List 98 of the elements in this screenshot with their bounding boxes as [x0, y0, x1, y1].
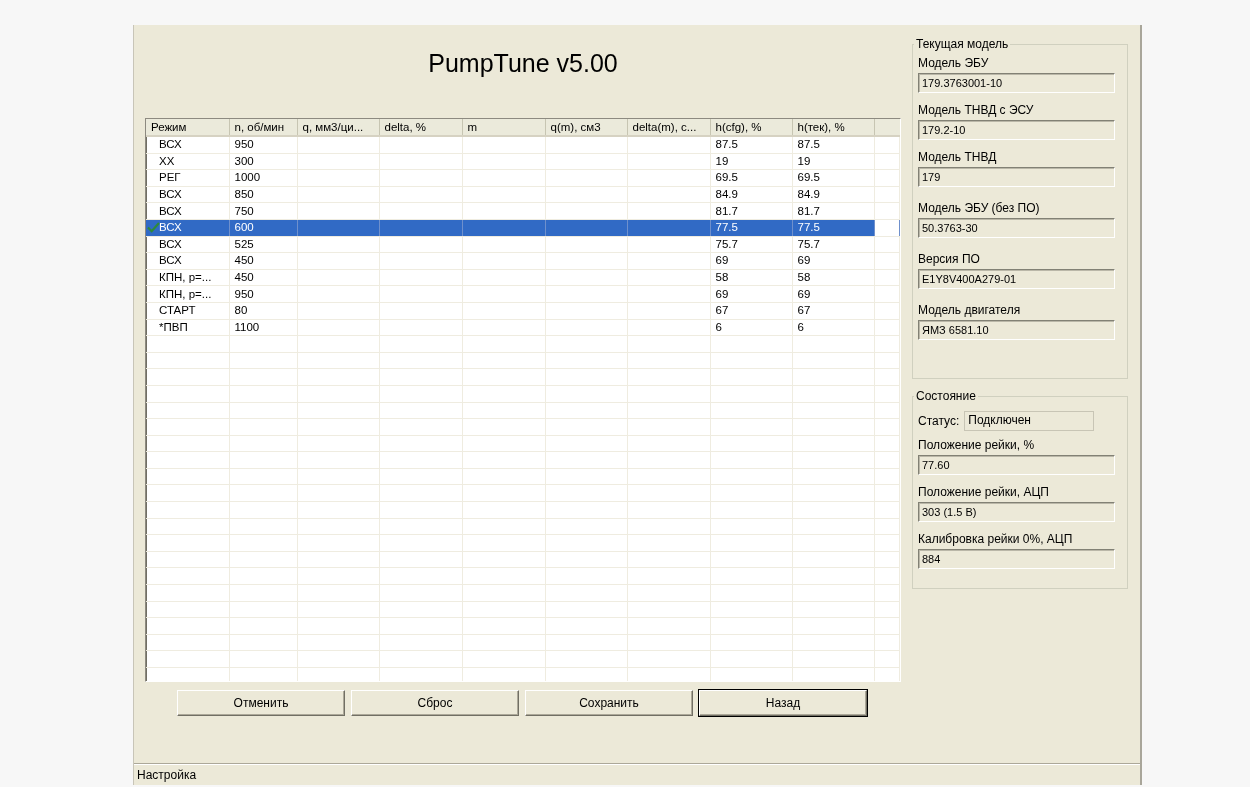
table-cell: 84.9: [797, 188, 820, 201]
field-label: Версия ПО: [918, 251, 981, 268]
table-cell: 67: [797, 304, 811, 317]
check-icon: [147, 221, 160, 233]
field-label: Положение рейки, АЦП: [918, 484, 1050, 501]
table-row[interactable]: *ПВП 1100 6 6: [146, 319, 900, 336]
text-field[interactable]: 303 (1.5 В): [918, 502, 1115, 522]
column-header[interactable]: m: [462, 119, 545, 136]
table-cell: 6: [797, 320, 804, 333]
table-row[interactable]: ВСХ 850 84.9 84.9: [146, 186, 900, 203]
table-cell: 300: [234, 154, 254, 167]
table-cell: 80: [234, 304, 248, 317]
column-header[interactable]: h(тек), %: [792, 119, 874, 136]
table-cell: 1100: [234, 320, 260, 333]
text-field[interactable]: 179.3763001-10: [918, 73, 1115, 93]
table-cell: 69.5: [797, 171, 820, 184]
text-field[interactable]: E1Y8V400A279-01: [918, 269, 1115, 289]
table-row[interactable]: ВСХ 600 77.5 77.5: [146, 219, 900, 237]
table-row[interactable]: СТАРТ 80 67 67: [146, 302, 900, 320]
table-cell: 850: [234, 188, 254, 201]
table-cell: 84.9: [715, 188, 738, 201]
table-cell: ВСХ: [159, 237, 182, 250]
table-cell: 6: [715, 320, 722, 333]
table-cell: 87.5: [715, 138, 738, 151]
table-cell: 69: [797, 254, 811, 267]
field-label: Калибровка рейки 0%, АЦП: [918, 531, 1074, 548]
field-label: Модель ТНВД с ЭСУ: [918, 102, 1035, 119]
table-cell: 950: [234, 287, 254, 300]
group-title: Состояние: [915, 389, 977, 403]
table-cell: 19: [797, 154, 811, 167]
table-cell: КПН, р=...: [159, 271, 212, 284]
table-cell: 450: [234, 254, 254, 267]
table-cell: 750: [234, 204, 254, 217]
table-cell: 19: [715, 154, 729, 167]
action-button[interactable]: Назад: [699, 690, 867, 716]
table-cell: КПН, р=...: [159, 287, 212, 300]
text-field[interactable]: 50.3763-30: [918, 218, 1115, 238]
field-label: Статус:: [918, 413, 960, 430]
text-field[interactable]: ЯМЗ 6581.10: [918, 320, 1115, 340]
text-field[interactable]: 884: [918, 549, 1115, 569]
field-label: Положение рейки, %: [918, 437, 1036, 454]
field-label: Модель ЭБУ: [918, 55, 990, 72]
table-cell: 600: [234, 221, 254, 234]
field-label: Модель двигателя: [918, 302, 1022, 319]
table-cell: ВСХ: [159, 188, 182, 201]
table-cell: 450: [234, 271, 254, 284]
group-title: Текущая модель: [915, 37, 1010, 51]
action-button[interactable]: Отменить: [177, 690, 345, 716]
table-cell: 58: [797, 271, 811, 284]
table-row[interactable]: РЕГ 1000 69.5 69.5: [146, 169, 900, 187]
field-label: Модель ТНВД: [918, 149, 998, 166]
table-cell: ВСХ: [159, 254, 182, 267]
table-cell: *ПВП: [159, 320, 188, 333]
table-cell: 87.5: [797, 138, 820, 151]
action-button[interactable]: Сохранить: [525, 690, 693, 716]
table-cell: 58: [715, 271, 729, 284]
table-cell: 525: [234, 237, 254, 250]
table-cell: 69: [715, 254, 729, 267]
table-row[interactable]: КПН, р=... 450 58 58: [146, 269, 900, 286]
status-field: Подключен: [964, 411, 1095, 431]
table-row[interactable]: КПН, р=... 950 69 69: [146, 285, 900, 303]
table-cell: ВСХ: [159, 138, 182, 151]
table-row[interactable]: ХХ 300 19 19: [146, 153, 900, 170]
column-header[interactable]: h(cfg), %: [710, 119, 792, 136]
table-cell: 75.7: [797, 237, 820, 250]
table-cell: 69: [797, 287, 811, 300]
text-field[interactable]: 77.60: [918, 455, 1115, 475]
table-row[interactable]: ВСХ 750 81.7 81.7: [146, 202, 900, 220]
field-label: Модель ЭБУ (без ПО): [918, 200, 1041, 217]
table-cell: 950: [234, 138, 254, 151]
table-cell: 81.7: [797, 204, 820, 217]
table-row[interactable]: ВСХ 525 75.7 75.7: [146, 236, 900, 253]
table-cell: 1000: [234, 171, 261, 184]
column-header[interactable]: Режим: [146, 119, 229, 136]
table-cell: 77.5: [797, 221, 820, 234]
table-cell: ВСХ: [159, 221, 182, 234]
text-field[interactable]: 179: [918, 167, 1115, 187]
status-bar: Настройка: [134, 763, 1140, 785]
action-button[interactable]: Сброс: [351, 690, 519, 716]
table-cell: СТАРТ: [159, 304, 196, 317]
text-field[interactable]: 179.2-10: [918, 120, 1115, 140]
table-row[interactable]: ВСХ 450 69 69: [146, 252, 900, 270]
app-title: PumpTune v5.00: [427, 48, 619, 79]
table-cell: 77.5: [715, 221, 738, 234]
column-header[interactable]: delta, %: [379, 119, 462, 136]
table-cell: 75.7: [715, 237, 738, 250]
table-cell: ВСХ: [159, 204, 182, 217]
table-cell: 81.7: [715, 204, 738, 217]
table-cell: 69: [715, 287, 729, 300]
table-cell: 69.5: [715, 171, 738, 184]
table-cell: ХХ: [159, 154, 175, 167]
column-header[interactable]: delta(m), с...: [627, 119, 710, 136]
column-header[interactable]: q(m), см3: [545, 119, 627, 136]
table-row[interactable]: ВСХ 950 87.5 87.5: [146, 136, 900, 154]
column-header[interactable]: n, об/мин: [229, 119, 297, 136]
column-header[interactable]: q, мм3/ци...: [297, 119, 379, 136]
table-cell: 67: [715, 304, 729, 317]
table-cell: РЕГ: [159, 171, 181, 184]
